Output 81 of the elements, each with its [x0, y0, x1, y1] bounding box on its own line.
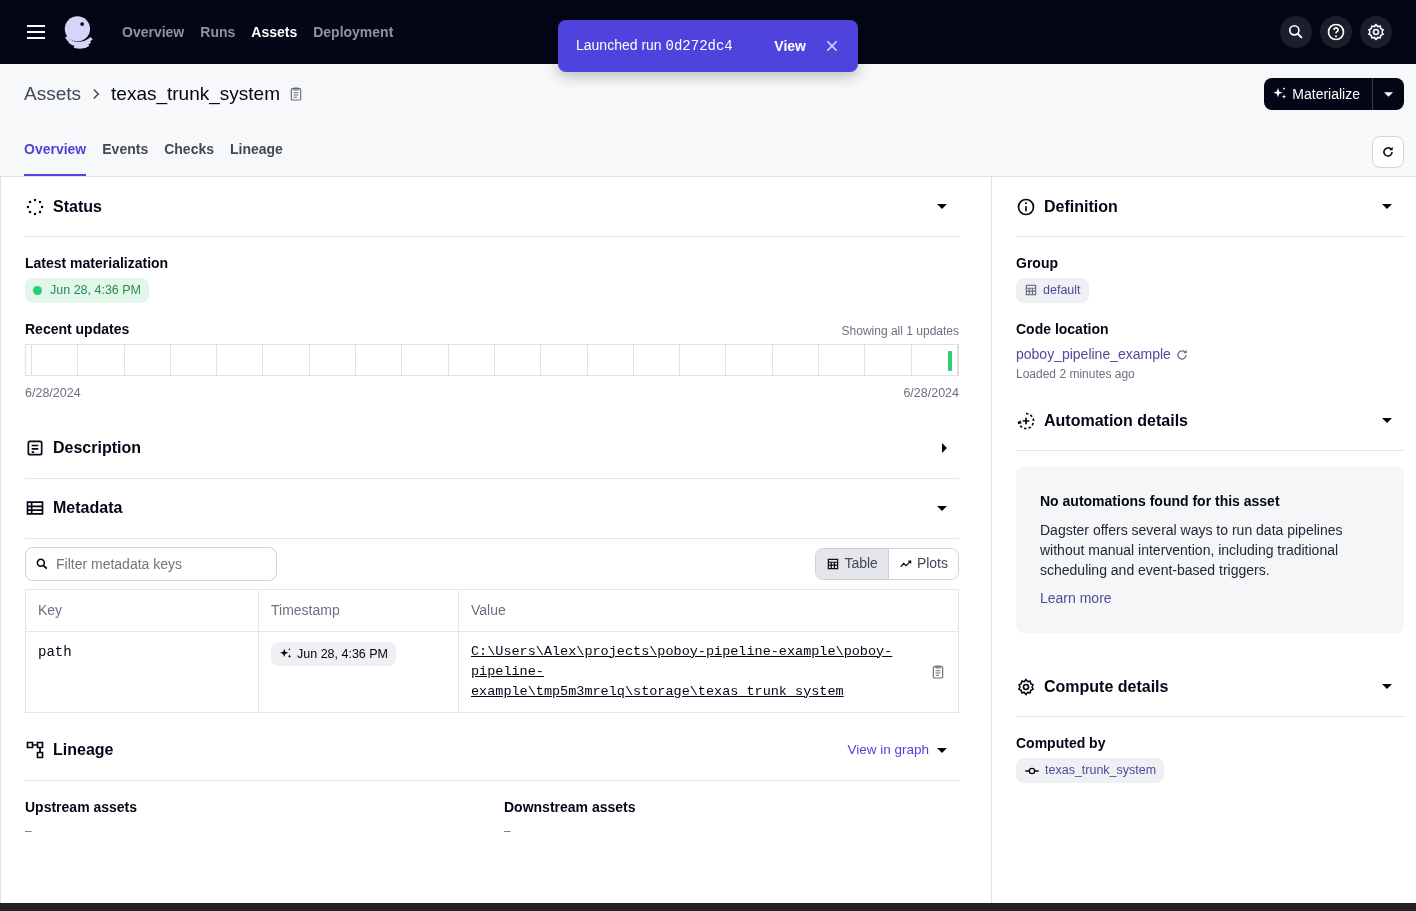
field-label: Code location [1016, 320, 1110, 340]
note-icon [25, 438, 45, 458]
op-tag[interactable]: texas_trunk_system [1016, 758, 1165, 784]
end-date: 6/28/2024 [903, 384, 959, 402]
table-cell: path [25, 631, 259, 712]
asset-title: texas_trunk_system [111, 81, 280, 107]
field-label: Downstream assets [504, 797, 637, 817]
list-icon [25, 498, 45, 518]
close-icon[interactable] [824, 38, 840, 54]
section-title: Description [53, 438, 141, 458]
section-title: Automation details [1044, 410, 1188, 431]
settings-icon [1366, 22, 1386, 42]
refresh-button[interactable] [1372, 136, 1404, 168]
update-count: Showing all 1 updates [841, 322, 959, 340]
reload-icon[interactable] [1174, 347, 1189, 362]
status-tag: Jun 28, 4:36 PM [25, 278, 150, 303]
clipboard-icon[interactable] [930, 663, 946, 680]
materialize-button[interactable]: Materialize [1264, 78, 1372, 110]
learn-more-link[interactable]: Learn more [1040, 588, 1112, 610]
settings-icon [1016, 676, 1036, 697]
view-toggle[interactable]: Plots [887, 548, 958, 579]
table-icon [826, 556, 841, 571]
tab[interactable]: Overview [24, 139, 87, 176]
group-tag[interactable]: default [1016, 278, 1089, 303]
column-header: Timestamp [258, 589, 459, 631]
caret-down-icon[interactable] [1382, 418, 1392, 424]
sparkle-icon [279, 646, 293, 661]
code-location-link[interactable]: poboy_pipeline_example [1016, 344, 1171, 366]
timestamp-tag: Jun 28, 4:36 PM [271, 641, 397, 667]
caret-down-icon[interactable] [1382, 684, 1392, 690]
caret-right-icon[interactable] [942, 443, 947, 453]
caret-down-icon[interactable] [937, 747, 947, 753]
start-date: 6/28/2024 [25, 384, 81, 402]
tab[interactable]: Events [102, 139, 149, 176]
breadcrumb-link[interactable]: Assets [24, 79, 82, 109]
lineage-icon [25, 740, 45, 760]
settings-button[interactable] [1360, 16, 1392, 48]
search-icon [35, 556, 49, 571]
field-label: Recent updates [25, 319, 130, 339]
caret-down-icon[interactable] [937, 505, 947, 511]
section-title: Status [53, 196, 102, 217]
view-in-graph-link[interactable]: View in graph [847, 739, 929, 761]
section-title: Lineage [53, 740, 114, 760]
automation-icon [1016, 410, 1036, 431]
caret-down-icon[interactable] [1382, 204, 1392, 209]
section-title: Metadata [53, 498, 123, 518]
empty-state-title: No automations found for this asset [1040, 492, 1281, 512]
field-label: Upstream assets [25, 797, 139, 817]
nav-link[interactable]: Assets [251, 21, 298, 43]
section-title: Compute details [1044, 676, 1169, 697]
section-title: Definition [1044, 196, 1118, 217]
nav-link[interactable]: Overview [122, 21, 185, 43]
toast-message: Launched run 0d272dc4 [576, 36, 733, 56]
loaded-time: Loaded 2 minutes ago [1016, 366, 1136, 384]
loading-icon [25, 196, 45, 217]
column-header: Key [25, 589, 259, 631]
caret-down-icon [1384, 91, 1393, 97]
clipboard-icon[interactable] [288, 86, 304, 102]
search-button[interactable] [1280, 16, 1312, 48]
column-header: Value [458, 589, 959, 631]
empty-value: – [504, 822, 512, 840]
caret-down-icon[interactable] [937, 204, 947, 209]
tab[interactable]: Checks [164, 139, 214, 176]
update-marker [948, 350, 952, 371]
field-label: Group [1016, 254, 1059, 273]
field-label: Computed by [1016, 734, 1107, 754]
materialize-menu-button[interactable] [1372, 78, 1404, 110]
nav-link[interactable]: Deployment [313, 21, 394, 43]
refresh-icon [1381, 145, 1395, 159]
tab[interactable]: Lineage [230, 139, 283, 176]
help-button[interactable] [1320, 16, 1352, 48]
help-icon [1326, 22, 1346, 42]
empty-state-text: Dagster offers several ways to run data pipelines without manual intervention, including traditional scheduling and event-based triggers. [1040, 521, 1344, 581]
table-icon [1024, 283, 1038, 298]
info-icon [1016, 196, 1036, 217]
field-label: Latest materialization [25, 254, 170, 273]
view-link[interactable]: View [774, 35, 806, 57]
nav-link[interactable]: Runs [200, 21, 236, 43]
filter-field[interactable]: Filter metadata keys [25, 546, 277, 581]
empty-value: – [25, 822, 33, 840]
view-toggle[interactable]: Table [816, 548, 888, 579]
